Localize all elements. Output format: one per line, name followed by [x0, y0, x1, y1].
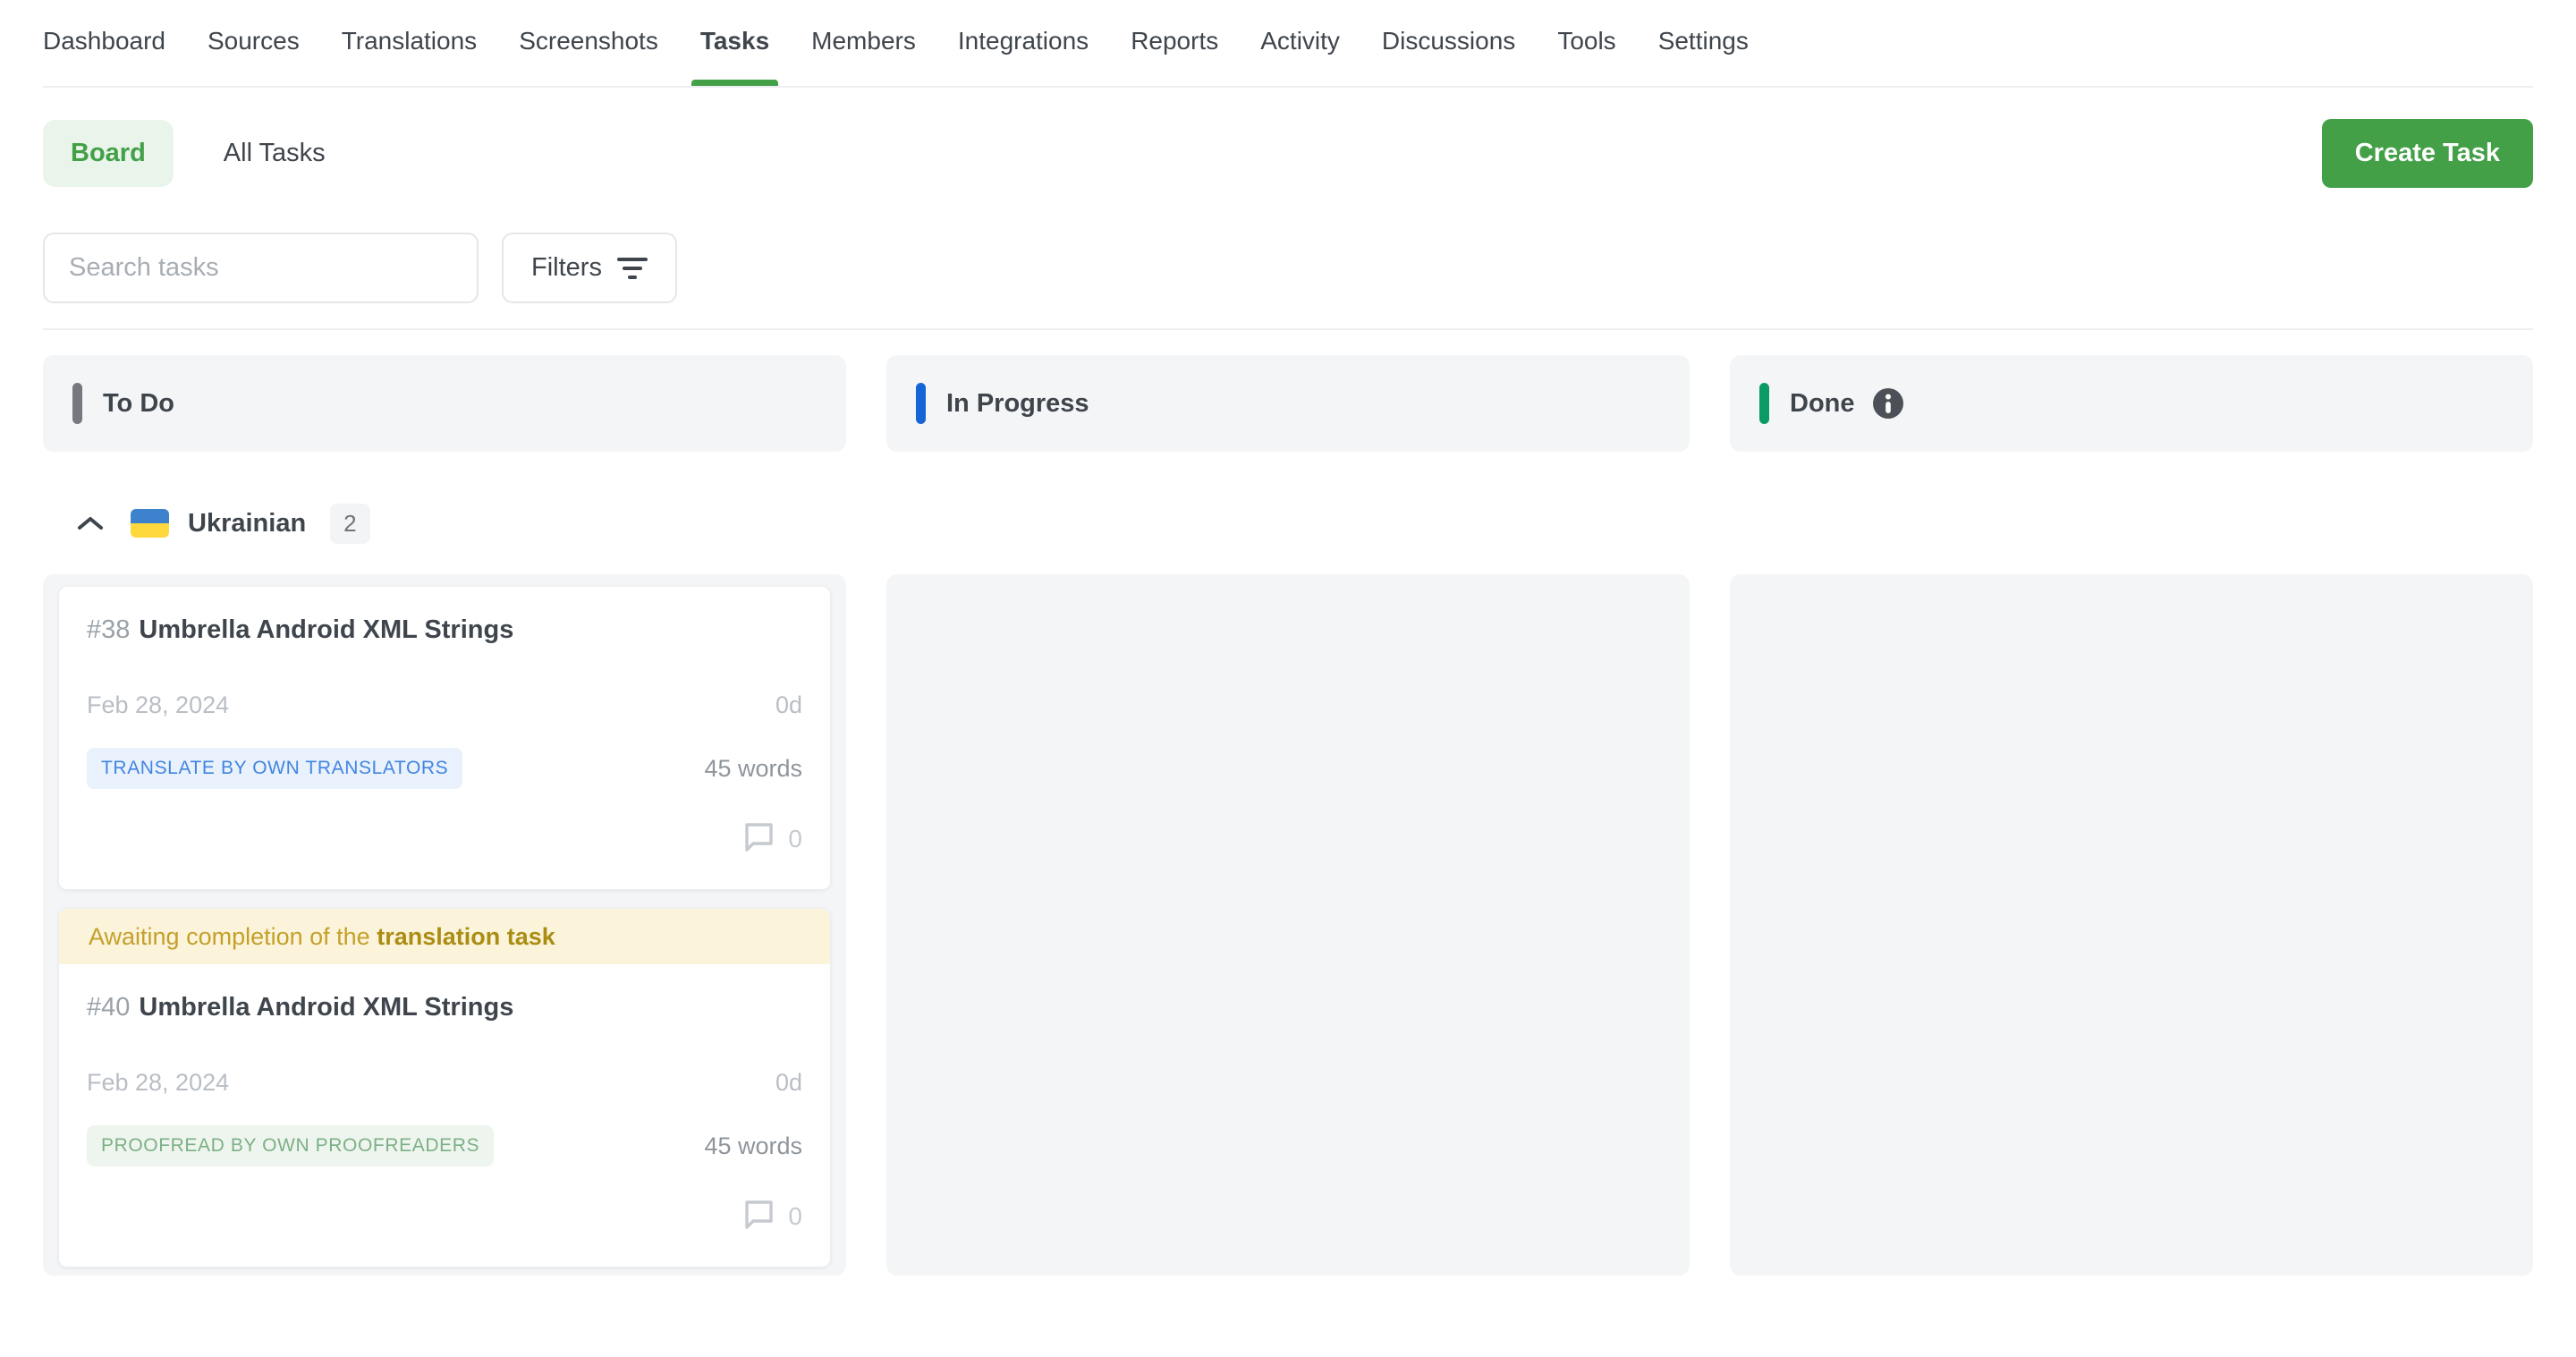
- nav-item-dashboard[interactable]: Dashboard: [43, 27, 165, 86]
- task-card-38[interactable]: #38 Umbrella Android XML Strings Feb 28, …: [58, 586, 831, 890]
- nav-item-activity[interactable]: Activity: [1260, 27, 1340, 86]
- column-label-done: Done: [1790, 389, 1855, 419]
- page: Dashboard Sources Translations Screensho…: [0, 0, 2576, 1276]
- nav-item-tasks[interactable]: Tasks: [700, 27, 769, 86]
- lane-in-progress: [886, 574, 1690, 1276]
- search-input[interactable]: [43, 233, 479, 303]
- task-date: Feb 28, 2024: [87, 691, 229, 719]
- task-card-40[interactable]: Awaiting completion of the translation t…: [58, 908, 831, 1268]
- column-header-todo: To Do: [43, 355, 846, 452]
- lane-todo: #38 Umbrella Android XML Strings Feb 28, …: [43, 574, 846, 1276]
- comment-bubble-icon[interactable]: [742, 1198, 775, 1235]
- column-header-in-progress: In Progress: [886, 355, 1690, 452]
- filter-lines-icon: [617, 258, 648, 279]
- workflow-tag: PROOFREAD BY OWN PROOFREADERS: [87, 1125, 494, 1166]
- in-progress-status-pill-icon: [916, 383, 926, 424]
- task-title: Umbrella Android XML Strings: [139, 615, 513, 644]
- nav-item-sources[interactable]: Sources: [208, 27, 300, 86]
- awaiting-banner-text: Awaiting completion of the: [89, 923, 377, 951]
- awaiting-banner: Awaiting completion of the translation t…: [59, 909, 830, 964]
- lane-done: [1730, 574, 2533, 1276]
- task-date: Feb 28, 2024: [87, 1068, 229, 1097]
- tab-board[interactable]: Board: [43, 120, 174, 187]
- comment-count: 0: [788, 1202, 802, 1231]
- comment-count: 0: [788, 825, 802, 853]
- nav-item-reports[interactable]: Reports: [1131, 27, 1218, 86]
- column-header-done: Done: [1730, 355, 2533, 452]
- nav-item-integrations[interactable]: Integrations: [958, 27, 1089, 86]
- board-column-headers: To Do In Progress Done: [43, 355, 2533, 452]
- filters-button-label: Filters: [531, 253, 602, 283]
- tasks-toolbar: Board All Tasks Create Task: [43, 118, 2533, 188]
- awaiting-banner-link[interactable]: translation task: [377, 923, 555, 951]
- create-task-button[interactable]: Create Task: [2322, 119, 2533, 188]
- nav-item-discussions[interactable]: Discussions: [1382, 27, 1515, 86]
- column-label-todo: To Do: [103, 389, 174, 419]
- nav-item-members[interactable]: Members: [811, 27, 916, 86]
- board-lanes: #38 Umbrella Android XML Strings Feb 28, …: [43, 574, 2533, 1276]
- tab-all-tasks[interactable]: All Tasks: [224, 139, 326, 168]
- task-due: 0d: [775, 1068, 802, 1097]
- language-group-row: Ukrainian 2: [43, 496, 2533, 550]
- search-row: Filters: [43, 233, 2533, 303]
- project-nav: Dashboard Sources Translations Screensho…: [43, 0, 2533, 88]
- ukraine-flag-icon: [131, 509, 169, 538]
- nav-item-translations[interactable]: Translations: [342, 27, 477, 86]
- filters-button[interactable]: Filters: [502, 233, 677, 303]
- column-label-in-progress: In Progress: [946, 389, 1089, 419]
- language-group-count-badge: 2: [330, 504, 369, 544]
- workflow-tag: TRANSLATE BY OWN TRANSLATORS: [87, 748, 462, 789]
- section-divider: [43, 328, 2533, 330]
- language-group-label: Ukrainian: [188, 509, 306, 539]
- info-icon[interactable]: [1872, 387, 1904, 420]
- nav-item-screenshots[interactable]: Screenshots: [519, 27, 658, 86]
- task-due: 0d: [775, 691, 802, 719]
- chevron-up-icon[interactable]: [77, 515, 104, 531]
- nav-item-tools[interactable]: Tools: [1557, 27, 1615, 86]
- comment-bubble-icon[interactable]: [742, 820, 775, 858]
- nav-item-settings[interactable]: Settings: [1658, 27, 1749, 86]
- task-id: #40: [87, 993, 130, 1022]
- task-word-count: 45 words: [704, 1132, 802, 1160]
- task-title: Umbrella Android XML Strings: [139, 993, 513, 1022]
- task-id: #38: [87, 615, 130, 644]
- done-status-pill-icon: [1759, 383, 1769, 424]
- task-word-count: 45 words: [704, 755, 802, 783]
- todo-status-pill-icon: [72, 383, 82, 424]
